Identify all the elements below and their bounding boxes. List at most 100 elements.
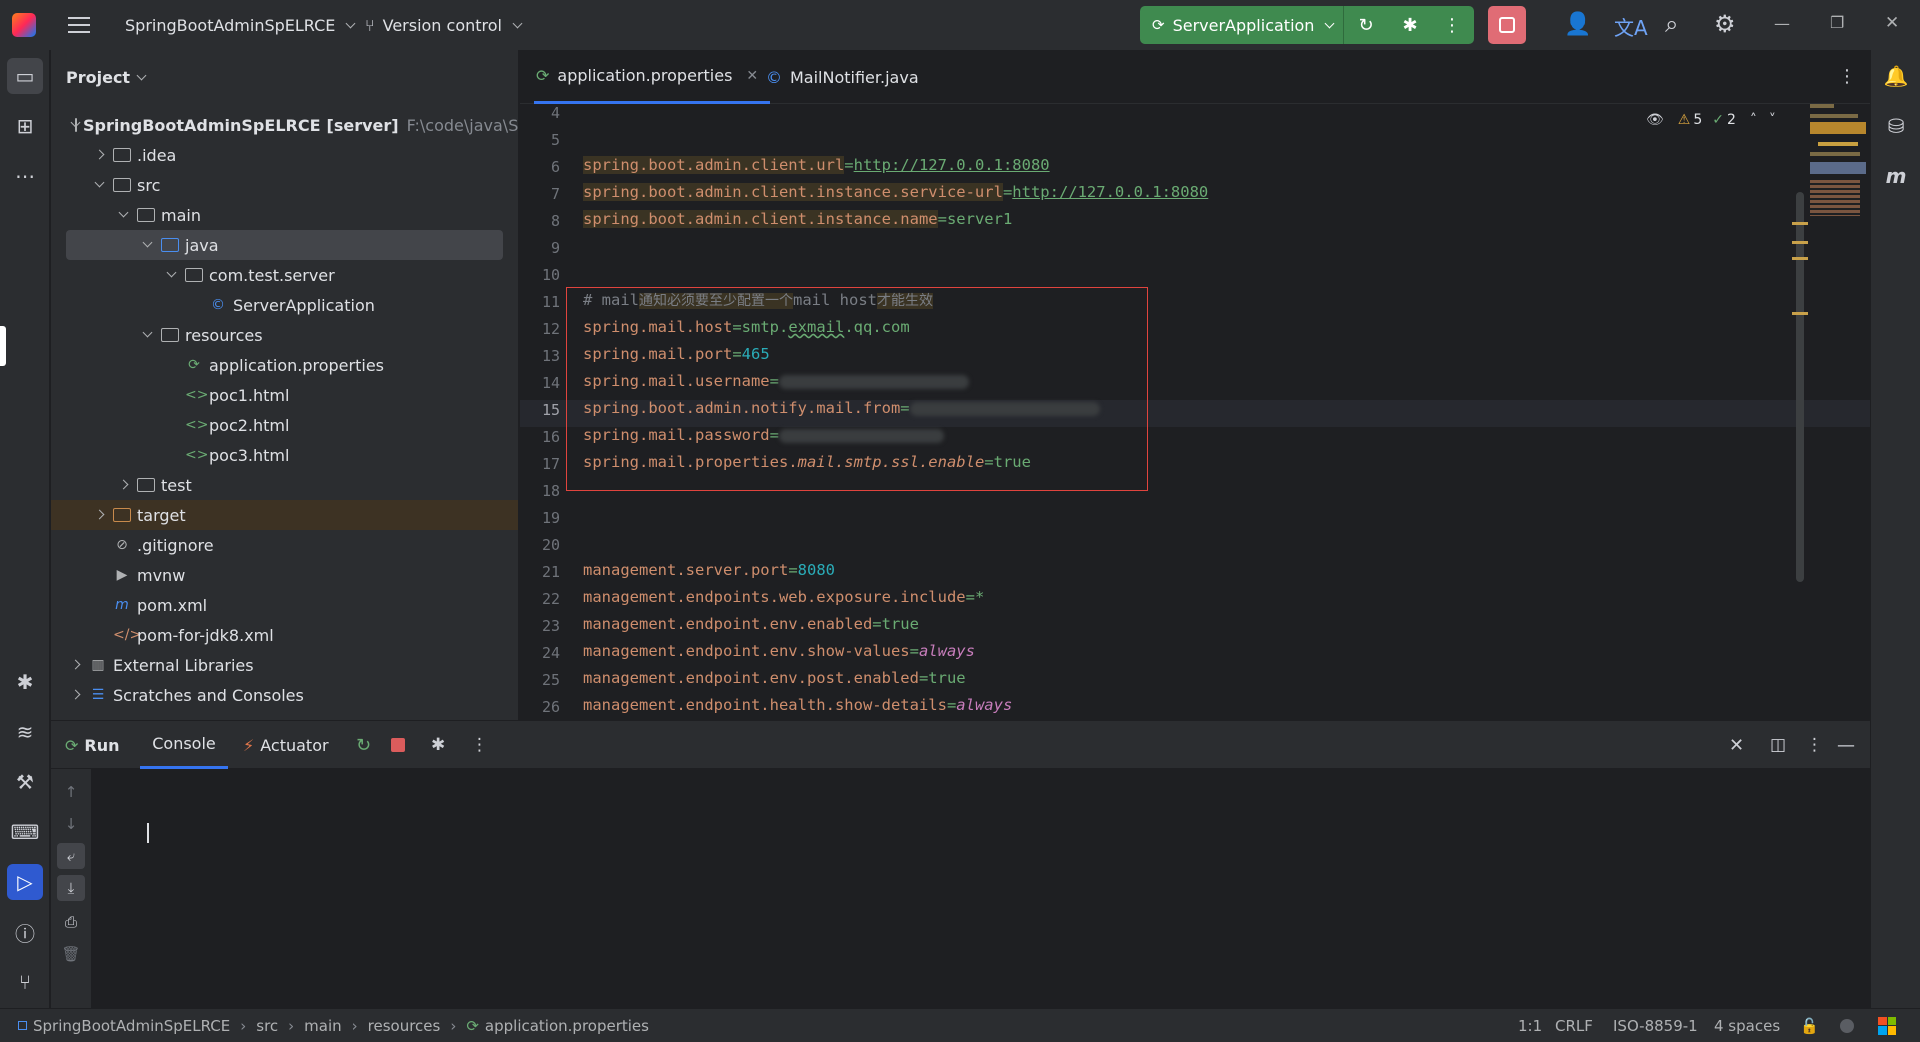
tree-row-mvnw[interactable]: ▶ mvnw [51,560,518,590]
status-circle-icon[interactable] [1840,1018,1854,1033]
minimize-panel-icon[interactable]: — [1837,721,1855,769]
tree-row-poc1[interactable]: <> poc1.html [51,380,518,410]
scroll-up-icon[interactable]: ↑ [57,779,85,805]
debug-settings-icon[interactable]: ✱ [431,721,445,769]
debug-button[interactable]: ✱ [1388,15,1432,36]
caret-position[interactable]: 1:1 [1518,1017,1542,1035]
tree-row-idea[interactable]: .idea [51,140,518,170]
translate-icon[interactable]: 文A [1614,12,1648,41]
tab-options-icon[interactable]: ⋮ [1838,66,1856,87]
tree-row-application-properties[interactable]: ⟳ application.properties [51,350,518,380]
search-icon[interactable]: ⌕ [1665,10,1678,38]
more-actions-button[interactable]: ⋮ [1432,15,1472,36]
tree-row-src[interactable]: src [51,170,518,200]
expand-arrow-icon[interactable] [69,688,83,702]
warning-marker[interactable] [1792,257,1808,260]
expand-arrow-icon[interactable] [117,478,131,492]
scroll-to-end-icon[interactable]: ⤓ [57,875,85,901]
stop-process-icon[interactable] [391,721,405,769]
expand-arrow-icon[interactable] [117,208,131,222]
breadcrumb-main[interactable]: main [304,1017,341,1035]
breadcrumb-resources[interactable]: resources [368,1017,441,1035]
property-value-url[interactable]: http://127.0.0.1:8080 [854,156,1050,174]
stop-button[interactable] [1488,6,1526,44]
restore-button[interactable]: ❐ [1830,13,1844,32]
tree-row-package[interactable]: com.test.server [51,260,518,290]
git-tool-icon[interactable]: ⑂ [7,964,43,1000]
code-with-me-icon[interactable]: 👤 [1564,12,1591,37]
expand-arrow-icon[interactable] [93,148,107,162]
breadcrumb-file[interactable]: application.properties [485,1017,649,1035]
tree-row-external-libraries[interactable]: ▥ External Libraries [51,650,518,680]
project-switcher[interactable]: SpringBootAdminSpELRCE [125,0,356,50]
more-tools-icon[interactable]: ⋯ [7,158,43,194]
tree-row-poc3[interactable]: <> poc3.html [51,440,518,470]
project-tool-icon[interactable]: ▭ [7,58,43,94]
clear-all-icon[interactable]: 🗑 [57,941,85,967]
tree-row-resources[interactable]: resources [51,320,518,350]
layout-icon[interactable]: ◫ [1770,721,1786,769]
build-tool-icon[interactable]: ⚒ [7,764,43,800]
app-logo-icon[interactable] [12,13,36,37]
tree-row-java[interactable]: java [66,230,503,260]
editor-scrollbar[interactable] [1796,192,1804,582]
expand-arrow-icon[interactable] [165,268,179,282]
more-options-icon[interactable]: ⋮ [471,721,488,769]
structure-tool-icon[interactable]: ⊞ [7,108,43,144]
problems-tool-icon[interactable]: ⓘ [7,914,43,950]
tree-row-gitignore[interactable]: ⊘ .gitignore [51,530,518,560]
tab-application-properties[interactable]: ⟳ application.properties ✕ [534,50,770,104]
services-tool-icon[interactable]: ≋ [7,714,43,750]
read-only-lock-icon[interactable]: 🔓 [1800,1017,1819,1035]
breadcrumb-project[interactable]: SpringBootAdminSpELRCE [33,1017,230,1035]
print-icon[interactable]: ⎙ [57,909,85,935]
rerun-icon[interactable]: ↻ [356,721,371,769]
vcs-menu[interactable]: ⑂ Version control [365,0,523,50]
tree-row-scratches[interactable]: ☰ Scratches and Consoles [51,680,518,710]
tab-console[interactable]: Console [140,721,228,769]
settings-gear-icon[interactable]: ⚙ [1714,10,1736,38]
tree-row-target[interactable]: target [51,500,518,530]
file-encoding[interactable]: ISO-8859-1 [1613,1017,1698,1035]
expand-arrow-icon[interactable] [69,658,83,672]
notifications-icon[interactable]: 🔔 [1878,58,1914,94]
expand-arrow-icon[interactable] [93,508,107,522]
maven-icon[interactable]: m [1878,158,1914,194]
close-tab-icon[interactable]: ✕ [746,68,758,84]
breadcrumb-src[interactable]: src [256,1017,278,1035]
tree-row-pom[interactable]: m pom.xml [51,590,518,620]
minimap[interactable] [1810,104,1870,234]
tab-actuator[interactable]: ⚡ Actuator [243,721,329,769]
tree-row-test[interactable]: test [51,470,518,500]
minimize-button[interactable]: — [1774,14,1790,33]
project-panel-header[interactable]: Project [51,50,518,104]
line-separator[interactable]: CRLF [1555,1017,1593,1035]
terminal-tool-icon[interactable]: ⌨ [7,814,43,850]
close-panel-icon[interactable]: ✕ [1729,721,1744,769]
run-title[interactable]: ⟳ Run [65,721,120,769]
tree-row-main[interactable]: main [51,200,518,230]
indent-setting[interactable]: 4 spaces [1714,1017,1780,1035]
tab-mailnotifier-java[interactable]: © MailNotifier.java [766,50,926,104]
warning-marker[interactable] [1792,241,1808,244]
soft-wrap-icon[interactable]: ⤶ [57,843,85,869]
expand-arrow-icon[interactable] [141,328,155,342]
close-window-button[interactable]: ✕ [1885,13,1899,33]
run-tool-icon[interactable]: ▷ [7,864,43,900]
main-menu-button[interactable] [68,14,90,36]
tree-row-project-root[interactable]: SpringBootAdminSpELRCE [server] F:\code\… [51,110,518,140]
property-value-url[interactable]: http://127.0.0.1:8080 [1012,183,1208,201]
panel-options-icon[interactable]: ⋮ [1806,721,1823,769]
scroll-down-icon[interactable]: ↓ [57,811,85,837]
rerun-button[interactable]: ↻ [1344,15,1388,36]
warning-marker[interactable] [1792,312,1808,315]
expand-arrow-icon[interactable] [141,238,155,252]
debug-tool-icon[interactable]: ✱ [7,664,43,700]
tree-row-server-application[interactable]: © ServerApplication [51,290,518,320]
tree-row-pom-jdk8[interactable]: </> pom-for-jdk8.xml [51,620,518,650]
tree-row-poc2[interactable]: <> poc2.html [51,410,518,440]
run-config-selector[interactable]: ⟳ ServerApplication [1140,6,1344,44]
database-icon[interactable]: ⛁ [1878,108,1914,144]
console-output[interactable] [91,769,1870,1008]
expand-arrow-icon[interactable] [93,178,107,192]
